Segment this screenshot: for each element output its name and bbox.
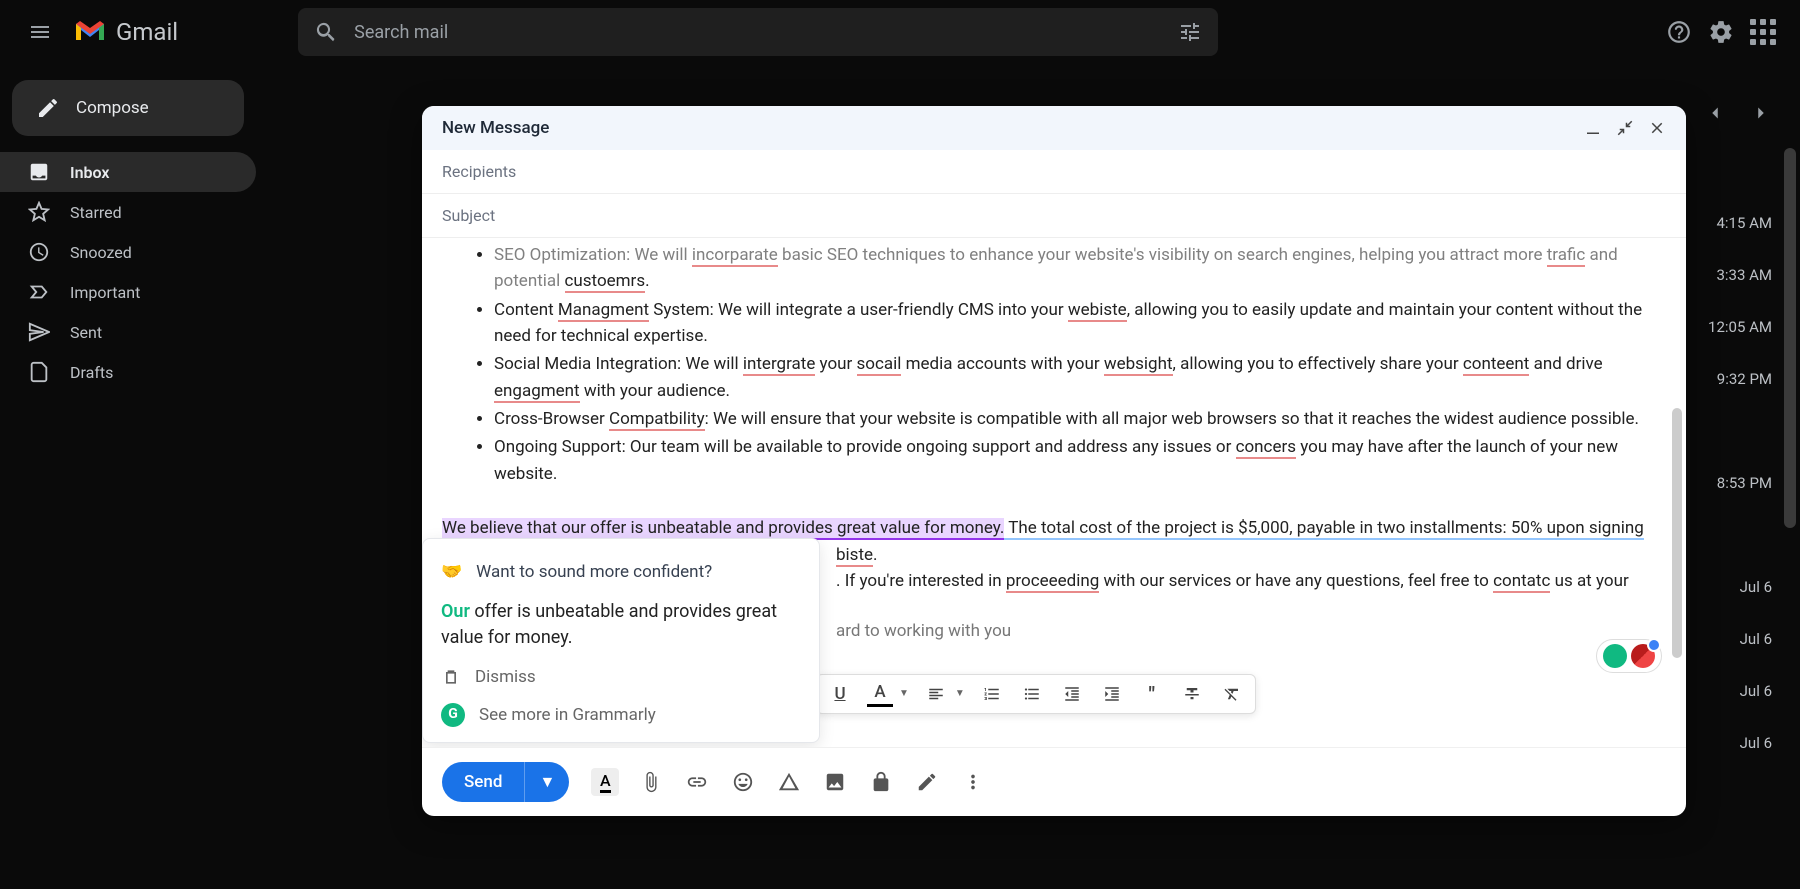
compose-window: New Message Recipients Subject SEO Optim… bbox=[422, 106, 1686, 816]
quote-button[interactable]: " bbox=[1139, 681, 1165, 707]
clear-format-button[interactable] bbox=[1219, 681, 1245, 707]
attach-button[interactable] bbox=[637, 768, 665, 796]
indent-left-button[interactable] bbox=[1059, 681, 1085, 707]
text-format-button[interactable]: A bbox=[591, 768, 619, 796]
gmail-logo[interactable]: Gmail bbox=[72, 18, 178, 46]
grammarly-badge[interactable] bbox=[1596, 639, 1662, 673]
pencil-icon bbox=[36, 96, 60, 120]
popout-icon[interactable] bbox=[1616, 119, 1634, 137]
grammarly-prompt: Want to sound more confident? bbox=[476, 559, 712, 585]
text-color-button[interactable]: A bbox=[867, 681, 893, 707]
apps-icon[interactable] bbox=[1750, 19, 1776, 45]
minimize-icon[interactable] bbox=[1584, 119, 1602, 137]
signature-button[interactable] bbox=[913, 768, 941, 796]
prev-icon[interactable] bbox=[1704, 102, 1726, 124]
grammarly-popup: 🤝 Want to sound more confident? Our offer… bbox=[422, 538, 820, 743]
recipients-field[interactable]: Recipients bbox=[422, 150, 1686, 194]
underline-button[interactable]: U bbox=[827, 681, 853, 707]
settings-icon[interactable] bbox=[1708, 19, 1734, 45]
compose-body[interactable]: SEO Optimization: We will incorparate ba… bbox=[422, 238, 1686, 747]
important-icon bbox=[28, 281, 50, 303]
send-options-button[interactable]: ▼ bbox=[524, 762, 569, 802]
compose-title: New Message bbox=[442, 118, 549, 138]
menu-button[interactable] bbox=[16, 8, 64, 56]
search-bar[interactable] bbox=[298, 8, 1218, 56]
confidential-button[interactable] bbox=[867, 768, 895, 796]
search-input[interactable] bbox=[354, 22, 1178, 43]
grammarly-green-icon bbox=[1603, 644, 1627, 668]
email-timestamps: 4:15 AM3:33 AM12:05 AM9:32 PM8:53 PMJul … bbox=[1708, 214, 1772, 754]
grammarly-see-more[interactable]: GSee more in Grammarly bbox=[423, 696, 819, 734]
send-button[interactable]: Send ▼ bbox=[442, 762, 569, 802]
compose-footer: Send ▼ A bbox=[422, 747, 1686, 816]
sidebar-item-snoozed[interactable]: Snoozed bbox=[0, 232, 256, 272]
grammarly-dismiss[interactable]: Dismiss bbox=[423, 658, 819, 696]
drafts-icon bbox=[28, 361, 50, 383]
more-button[interactable] bbox=[959, 768, 987, 796]
link-button[interactable] bbox=[683, 768, 711, 796]
compose-header: New Message bbox=[422, 106, 1686, 150]
next-icon[interactable] bbox=[1750, 102, 1772, 124]
star-icon bbox=[28, 201, 50, 223]
clock-icon bbox=[28, 241, 50, 263]
sidebar-item-starred[interactable]: Starred bbox=[0, 192, 256, 232]
subject-field[interactable]: Subject bbox=[422, 194, 1686, 238]
compose-label: Compose bbox=[76, 98, 149, 118]
align-button[interactable] bbox=[923, 681, 949, 707]
close-icon[interactable] bbox=[1648, 119, 1666, 137]
emoji-button[interactable] bbox=[729, 768, 757, 796]
format-toolbar: U A▼ ▼ " bbox=[816, 674, 1256, 714]
tune-icon[interactable] bbox=[1178, 20, 1202, 44]
sidebar-item-important[interactable]: Important bbox=[0, 272, 256, 312]
indent-right-button[interactable] bbox=[1099, 681, 1125, 707]
sidebar-item-sent[interactable]: Sent bbox=[0, 312, 256, 352]
app-name: Gmail bbox=[116, 18, 178, 46]
sidebar-item-inbox[interactable]: Inbox bbox=[0, 152, 256, 192]
sidebar: Compose Inbox Starred Snoozed Important … bbox=[0, 64, 256, 889]
sidebar-item-drafts[interactable]: Drafts bbox=[0, 352, 256, 392]
grammarly-icon: G bbox=[441, 703, 465, 727]
grammarly-red-icon bbox=[1631, 644, 1655, 668]
handshake-icon: 🤝 bbox=[441, 559, 462, 585]
help-icon[interactable] bbox=[1666, 19, 1692, 45]
search-icon bbox=[314, 20, 338, 44]
numbered-list-button[interactable] bbox=[979, 681, 1005, 707]
drive-button[interactable] bbox=[775, 768, 803, 796]
bullet-list-button[interactable] bbox=[1019, 681, 1045, 707]
image-button[interactable] bbox=[821, 768, 849, 796]
strikethrough-button[interactable] bbox=[1179, 681, 1205, 707]
compose-button[interactable]: Compose bbox=[12, 80, 244, 136]
inbox-scrollbar[interactable] bbox=[1784, 148, 1796, 528]
body-scrollbar[interactable] bbox=[1672, 408, 1682, 658]
grammarly-suggestion[interactable]: Our offer is unbeatable and provides gre… bbox=[423, 591, 819, 657]
trash-icon bbox=[441, 667, 461, 687]
inbox-icon bbox=[28, 161, 50, 183]
sent-icon bbox=[28, 321, 50, 343]
